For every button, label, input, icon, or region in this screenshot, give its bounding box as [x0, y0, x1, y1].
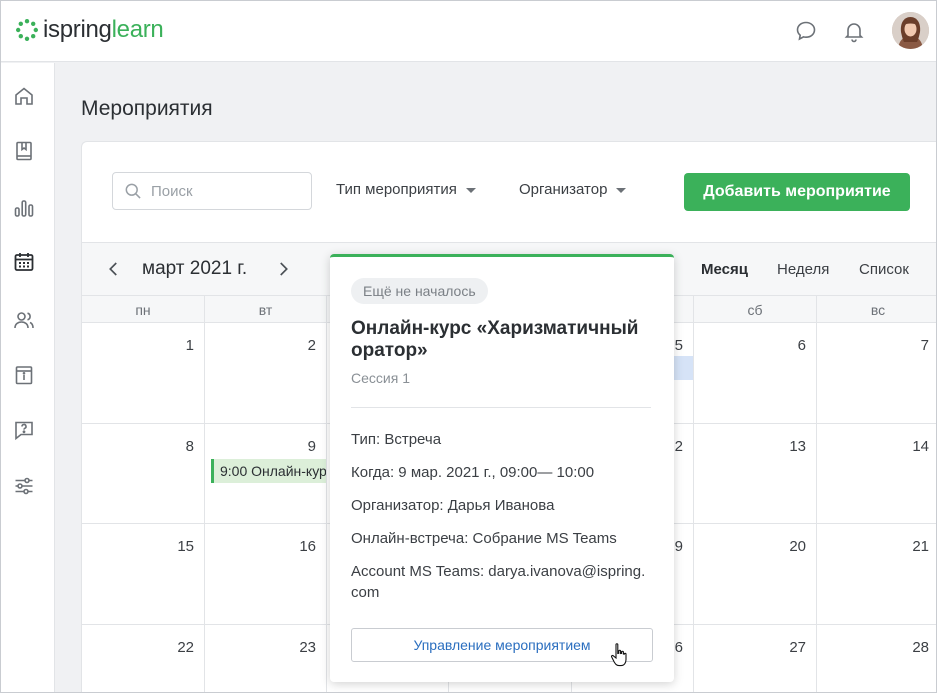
day-cell[interactable]: 28 — [817, 625, 936, 692]
users-icon[interactable] — [12, 308, 36, 332]
day-number: 23 — [299, 639, 316, 656]
organizer-filter-label: Организатор — [519, 181, 608, 198]
day-number: 7 — [920, 337, 929, 354]
weekday-label: вт — [205, 296, 327, 324]
event-account: Account MS Teams: darya.ivanova@ispring.… — [351, 563, 646, 601]
ispring-logo-icon — [16, 19, 38, 41]
event-meeting: Онлайн-встреча: Собрание MS Teams — [351, 530, 617, 547]
divider — [351, 407, 651, 408]
weekday-label: вс — [870, 302, 886, 318]
status-badge: Ещё не началось — [351, 278, 488, 304]
event-session: Сессия 1 — [351, 370, 410, 386]
avatar[interactable] — [892, 12, 929, 49]
logo[interactable]: ispringlearn — [15, 16, 164, 44]
day-cell[interactable]: 8 — [82, 424, 205, 524]
view-tab-week[interactable]: Неделя — [777, 261, 829, 278]
hand-cursor-icon — [611, 643, 627, 667]
event-popover: Ещё не началось Онлайн-курс «Харизматичн… — [330, 254, 674, 682]
bell-icon[interactable] — [842, 19, 866, 43]
day-cell[interactable]: 13 — [694, 424, 817, 524]
day-cell[interactable]: 14 — [817, 424, 936, 524]
event-type: Тип: Встреча — [351, 431, 442, 448]
view-tab-month[interactable]: Месяц — [701, 261, 748, 278]
day-number: 22 — [177, 639, 194, 656]
day-cell[interactable]: 23 — [205, 625, 327, 692]
settings-sliders-icon[interactable] — [12, 474, 36, 498]
day-number: 9 — [307, 438, 316, 455]
day-number: 8 — [185, 438, 194, 455]
top-header: ispringlearn — [1, 1, 936, 62]
day-number: 6 — [797, 337, 806, 354]
day-number: 28 — [912, 639, 929, 656]
archive-info-icon[interactable] — [12, 363, 36, 387]
day-cell[interactable]: 15 — [82, 524, 205, 625]
user-photo-icon — [892, 12, 929, 49]
caret-down-icon — [616, 188, 627, 193]
day-number: 13 — [789, 438, 806, 455]
day-number: 14 — [912, 438, 929, 455]
event-when: Когда: 9 мар. 2021 г., 09:00— 10:00 — [351, 464, 595, 481]
day-number: 16 — [299, 538, 316, 555]
caret-down-icon — [465, 188, 476, 193]
day-number: 2 — [307, 337, 316, 354]
day-number: 1 — [185, 337, 194, 354]
event-organizer: Организатор: Дарья Иванова — [351, 497, 555, 514]
day-cell[interactable]: 16 — [205, 524, 327, 625]
day-cell[interactable]: 21 — [817, 524, 936, 625]
day-cell[interactable]: 9 9:00 Онлайн-курс «Харизматичный оратор» — [205, 424, 327, 524]
weekday-label: пн — [82, 296, 205, 324]
chevron-right-icon[interactable] — [274, 260, 292, 278]
help-icon[interactable] — [12, 418, 36, 442]
day-cell[interactable]: 22 — [82, 625, 205, 692]
event-title: Онлайн-курс «Харизматичный оратор» — [351, 318, 639, 361]
add-event-button[interactable]: Добавить мероприятие — [684, 173, 910, 211]
sidebar — [1, 63, 55, 692]
page-title: Мероприятия — [81, 97, 213, 120]
day-number: 20 — [789, 538, 806, 555]
chat-icon[interactable] — [794, 19, 818, 43]
day-number: 15 — [177, 538, 194, 555]
day-cell[interactable]: 20 — [694, 524, 817, 625]
logo-text: ispringlearn — [43, 16, 164, 43]
view-tab-list[interactable]: Список — [859, 261, 909, 278]
calendar-icon[interactable] — [12, 250, 36, 274]
day-cell[interactable]: 6 — [694, 323, 817, 424]
manage-event-button[interactable]: Управление мероприятием — [351, 628, 653, 662]
event-type-filter-label: Тип мероприятия — [336, 181, 457, 198]
day-number: 27 — [789, 639, 806, 656]
search-input[interactable] — [151, 182, 301, 200]
organizer-filter[interactable]: Организатор — [519, 181, 627, 198]
day-cell[interactable]: 7 — [817, 323, 936, 424]
day-cell[interactable]: 1 — [82, 323, 205, 424]
month-label: март 2021 г. — [142, 258, 248, 279]
home-icon[interactable] — [12, 84, 36, 108]
chevron-left-icon[interactable] — [105, 260, 123, 278]
day-number: 5 — [674, 337, 683, 354]
chart-icon[interactable] — [12, 196, 36, 220]
day-cell[interactable]: 2 — [205, 323, 327, 424]
event-chip[interactable]: 9:00 Онлайн-курс «Харизматичный оратор» — [211, 459, 326, 483]
weekday-label: сб — [694, 296, 817, 324]
book-icon[interactable] — [12, 139, 36, 163]
event-type-filter[interactable]: Тип мероприятия — [336, 181, 476, 198]
app-window: ispringlearn Мероприятия Поиск Тип мероп… — [0, 0, 937, 693]
search-box[interactable] — [112, 172, 312, 210]
day-number: 21 — [912, 538, 929, 555]
search-icon — [125, 183, 141, 199]
day-cell[interactable]: 27 — [694, 625, 817, 692]
